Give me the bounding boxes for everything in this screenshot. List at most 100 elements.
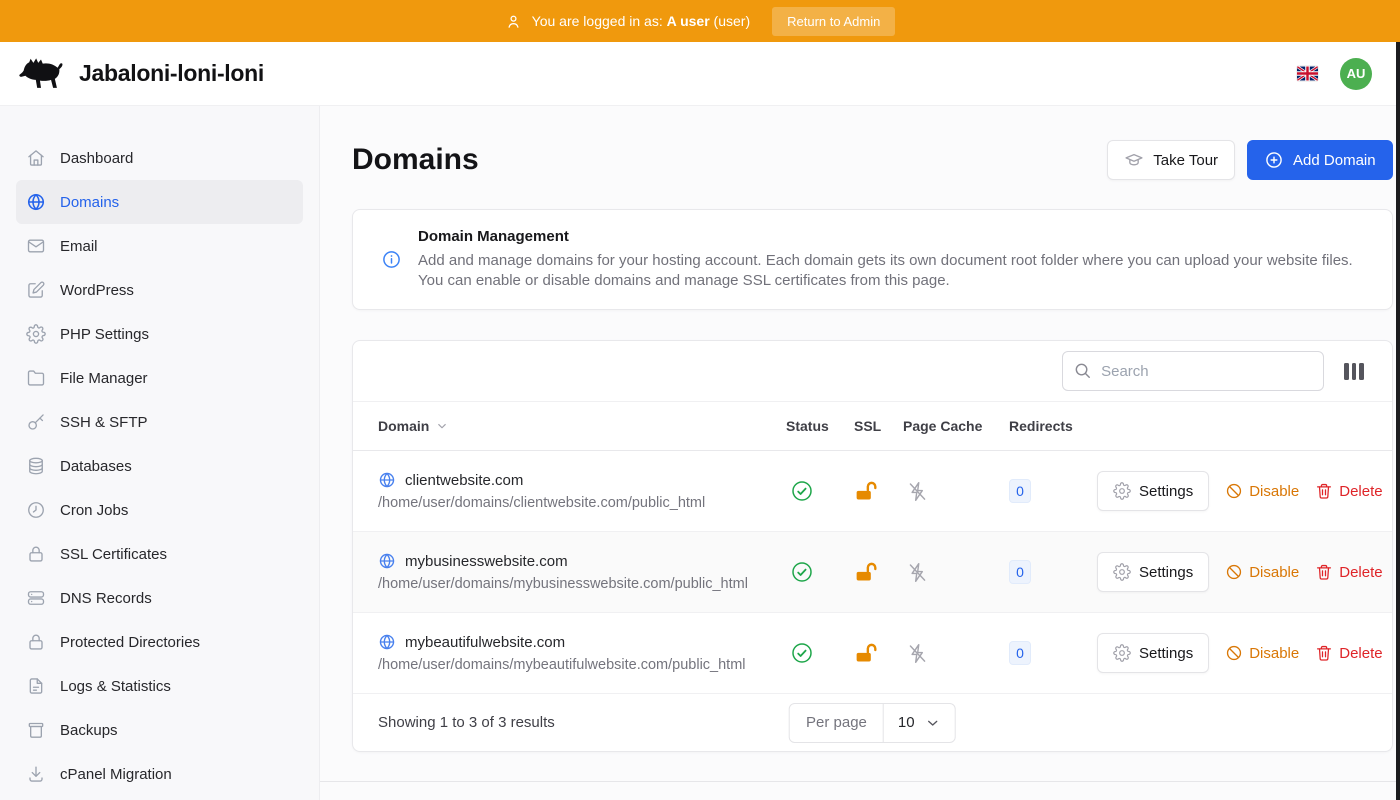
sidebar: Dashboard Domains Email WordPress PHP Se [0,106,320,800]
sidebar-item-label: Dashboard [60,150,133,167]
domain-name[interactable]: clientwebsite.com [405,472,523,489]
status-active-icon [786,479,854,503]
document-root-path: /home/user/domains/mybeautifulwebsite.co… [378,657,786,673]
settings-button[interactable]: Settings [1097,633,1209,673]
domain-name[interactable]: mybeautifulwebsite.com [405,634,565,651]
trash-icon [1315,563,1333,581]
sidebar-item-cron-jobs[interactable]: Cron Jobs [16,488,303,532]
delete-button[interactable]: Delete [1315,563,1382,581]
disable-button[interactable]: Disable [1225,482,1299,500]
sidebar-item-file-manager[interactable]: File Manager [16,356,303,400]
user-avatar[interactable]: AU [1340,58,1372,90]
impersonation-message: You are logged in as: A user (user) [532,13,750,29]
page-cache-off-icon[interactable] [903,642,1009,665]
page-cache-off-icon[interactable] [903,561,1009,584]
domain-name[interactable]: mybusinesswebsite.com [405,553,568,570]
lock-icon [26,632,46,652]
download-icon [26,764,46,784]
key-icon [26,412,46,432]
database-icon [26,456,46,476]
sidebar-item-label: SSH & SFTP [60,414,148,431]
gear-icon [1113,644,1131,662]
impersonation-banner: You are logged in as: A user (user) Retu… [0,0,1400,42]
column-visibility-icon[interactable] [1342,361,1366,382]
lock-icon [26,544,46,564]
sidebar-item-domains[interactable]: Domains [16,180,303,224]
delete-button[interactable]: Delete [1315,644,1382,662]
boar-logo-icon [16,56,66,92]
sidebar-item-label: SSL Certificates [60,546,167,563]
results-summary: Showing 1 to 3 of 3 results [378,714,555,731]
home-icon [26,148,46,168]
sidebar-item-label: DNS Records [60,590,152,607]
plus-circle-icon [1264,150,1284,170]
info-card-description: Add and manage domains for your hosting … [418,251,1364,291]
page-scrollbar[interactable] [1396,42,1400,800]
folder-icon [26,368,46,388]
sidebar-item-ssh-sftp[interactable]: SSH & SFTP [16,400,303,444]
globe-icon [378,633,396,651]
ban-icon [1225,644,1243,662]
return-to-admin-button[interactable]: Return to Admin [772,7,895,36]
sidebar-item-protected-directories[interactable]: Protected Directories [16,620,303,664]
table-row: mybeautifulwebsite.com /home/user/domain… [353,613,1392,694]
server-icon [26,588,46,608]
sidebar-item-label: Email [60,238,98,255]
table-header-row: Domain Status SSL Page Cache Redirects [353,401,1392,451]
sidebar-item-backups[interactable]: Backups [16,708,303,752]
trash-icon [1315,644,1333,662]
table-toolbar [353,341,1392,401]
sidebar-item-ssl-certificates[interactable]: SSL Certificates [16,532,303,576]
uk-flag-icon[interactable] [1297,66,1318,81]
info-card-title: Domain Management [418,228,1364,245]
disable-button[interactable]: Disable [1225,644,1299,662]
sidebar-item-dns-records[interactable]: DNS Records [16,576,303,620]
sidebar-item-wordpress[interactable]: WordPress [16,268,303,312]
ssl-unlocked-icon[interactable] [854,561,903,584]
file-text-icon [26,676,46,696]
redirects-count-badge[interactable]: 0 [1009,479,1031,503]
redirects-count-badge[interactable]: 0 [1009,560,1031,584]
search-icon [1073,361,1092,380]
per-page-select[interactable]: 10 [884,704,955,742]
disable-button[interactable]: Disable [1225,563,1299,581]
sidebar-item-label: Domains [60,194,119,211]
redirects-cell: 0 [1009,560,1097,584]
document-root-path: /home/user/domains/mybusinesswebsite.com… [378,576,786,592]
domain-management-info-card: Domain Management Add and manage domains… [352,209,1393,310]
settings-button[interactable]: Settings [1097,552,1209,592]
brand[interactable]: Jabaloni-loni-loni [16,56,264,92]
status-active-icon [786,560,854,584]
sidebar-item-label: File Manager [60,370,148,387]
info-icon [381,249,402,270]
trash-icon [1315,482,1333,500]
status-active-icon [786,641,854,665]
redirects-cell: 0 [1009,479,1097,503]
chevron-down-icon [925,715,941,731]
sidebar-item-cpanel-migration[interactable]: cPanel Migration [16,752,303,796]
gear-icon [1113,482,1131,500]
search-input[interactable] [1062,351,1324,391]
delete-button[interactable]: Delete [1315,482,1382,500]
take-tour-button[interactable]: Take Tour [1107,140,1235,180]
column-header-domain[interactable]: Domain [353,418,786,434]
sidebar-item-email[interactable]: Email [16,224,303,268]
table-footer: Showing 1 to 3 of 3 results Per page 10 [353,694,1392,751]
ssl-unlocked-icon[interactable] [854,480,903,503]
table-row: mybusinesswebsite.com /home/user/domains… [353,532,1392,613]
clock-icon [26,500,46,520]
sidebar-item-databases[interactable]: Databases [16,444,303,488]
add-domain-button[interactable]: Add Domain [1247,140,1393,180]
gear-icon [1113,563,1131,581]
graduation-cap-icon [1124,150,1144,170]
sidebar-item-php-settings[interactable]: PHP Settings [16,312,303,356]
search-box [1062,351,1324,391]
ssl-unlocked-icon[interactable] [854,642,903,665]
settings-button[interactable]: Settings [1097,471,1209,511]
sidebar-item-dashboard[interactable]: Dashboard [16,136,303,180]
redirects-count-badge[interactable]: 0 [1009,641,1031,665]
sidebar-item-logs-statistics[interactable]: Logs & Statistics [16,664,303,708]
page-cache-off-icon[interactable] [903,480,1009,503]
globe-icon [26,192,46,212]
main-content: Domains Take Tour Add Domain [320,106,1400,800]
